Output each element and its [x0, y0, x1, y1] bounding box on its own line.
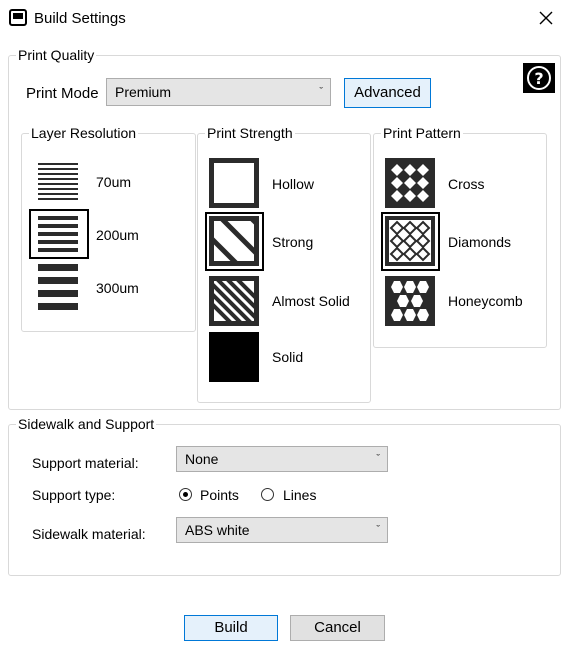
- layer-70um-icon[interactable]: [37, 161, 79, 203]
- sidewalk-support-legend: Sidewalk and Support: [16, 416, 157, 432]
- print-mode-label: Print Mode: [26, 85, 99, 102]
- honeycomb-label: Honeycomb: [448, 293, 523, 309]
- support-material-label: Support material:: [32, 455, 139, 471]
- printer-icon: [9, 9, 27, 26]
- sidewalk-material-label: Sidewalk material:: [32, 526, 146, 542]
- strong-icon[interactable]: [209, 216, 259, 266]
- print-quality-legend: Print Quality: [16, 47, 97, 63]
- chevron-down-icon: ˇ: [376, 524, 380, 536]
- almost-solid-icon[interactable]: [209, 276, 259, 326]
- chevron-down-icon: ˇ: [376, 453, 380, 465]
- window-title: Build Settings: [34, 10, 126, 27]
- support-material-value: None: [185, 451, 219, 467]
- support-material-select[interactable]: None ˇ: [176, 446, 388, 472]
- solid-icon[interactable]: [209, 332, 259, 382]
- print-strength-legend: Print Strength: [205, 125, 295, 141]
- chevron-down-icon: ˇ: [319, 86, 323, 98]
- diamonds-label: Diamonds: [448, 234, 512, 250]
- cancel-button[interactable]: Cancel: [290, 615, 385, 641]
- print-mode-value: Premium: [115, 84, 172, 100]
- cross-pattern-icon[interactable]: [385, 158, 435, 208]
- layer-200um-label: 200um: [96, 227, 139, 243]
- hollow-label: Hollow: [272, 176, 315, 192]
- points-radio-label[interactable]: Points: [200, 487, 239, 503]
- support-type-label: Support type:: [32, 487, 116, 503]
- diamonds-pattern-icon[interactable]: [385, 216, 435, 266]
- layer-300um-icon[interactable]: [37, 264, 79, 312]
- svg-text:?: ?: [534, 69, 543, 88]
- strong-label: Strong: [272, 234, 314, 250]
- advanced-button[interactable]: Advanced: [344, 78, 431, 108]
- sidewalk-material-value: ABS white: [185, 522, 250, 538]
- print-pattern-legend: Print Pattern: [381, 125, 463, 141]
- close-icon[interactable]: [534, 6, 558, 30]
- print-mode-select[interactable]: Premium ˇ: [106, 78, 331, 106]
- layer-70um-label: 70um: [96, 174, 132, 190]
- build-button[interactable]: Build: [184, 615, 278, 641]
- layer-200um-icon[interactable]: [37, 213, 79, 255]
- points-radio[interactable]: [179, 488, 192, 501]
- layer-resolution-legend: Layer Resolution: [29, 125, 139, 141]
- lines-radio[interactable]: [261, 488, 274, 501]
- cross-label: Cross: [448, 176, 485, 192]
- honeycomb-pattern-icon[interactable]: [385, 276, 435, 326]
- almost-solid-label: Almost Solid: [272, 293, 350, 309]
- solid-label: Solid: [272, 349, 304, 365]
- hollow-icon[interactable]: [209, 158, 259, 208]
- sidewalk-material-select[interactable]: ABS white ˇ: [176, 517, 388, 543]
- help-icon[interactable]: ?: [523, 63, 555, 93]
- lines-radio-label[interactable]: Lines: [283, 487, 316, 503]
- layer-300um-label: 300um: [96, 280, 139, 296]
